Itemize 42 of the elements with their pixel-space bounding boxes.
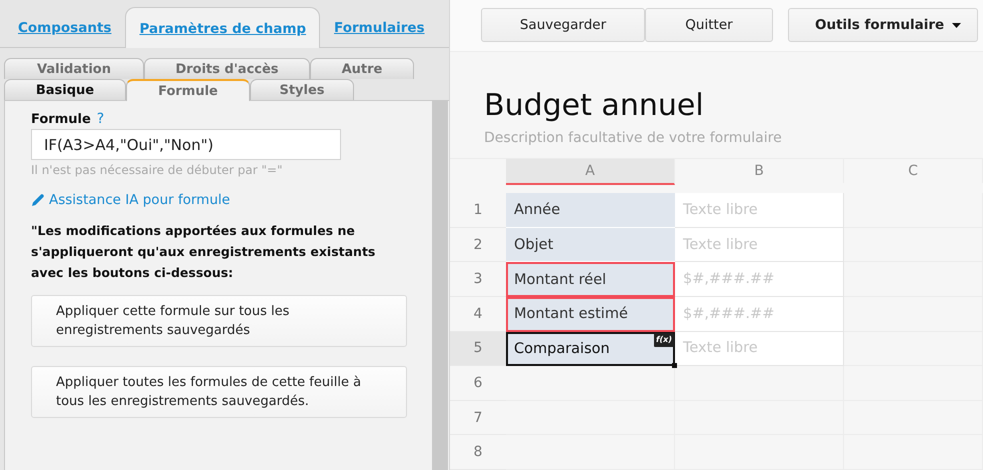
fill-handle[interactable] — [672, 363, 677, 368]
form-description[interactable]: Description facultative de votre formulaire — [484, 130, 983, 146]
warning-text: "Les modifications apportées aux formules ne s'appliqueront qu'aux enregistrements existants avec les boutons ci-dessous: — [31, 222, 376, 282]
sub-tab[interactable]: Formule — [126, 79, 250, 101]
formula-badge: f(x) — [654, 332, 674, 347]
column-header[interactable]: A — [506, 158, 675, 185]
main-tab[interactable]: Composants — [4, 7, 126, 48]
scrollbar[interactable] — [432, 101, 448, 470]
apply-button[interactable]: Appliquer cette formule sur tous les enregistrements sauvegardés — [31, 295, 407, 347]
field-cell[interactable]: Année — [506, 193, 675, 228]
field-cell[interactable]: Objet — [506, 228, 675, 262]
row-number[interactable]: 8 — [450, 435, 506, 470]
row-number[interactable]: 6 — [450, 366, 506, 401]
field-label: Formule — [31, 112, 91, 127]
empty-cell[interactable] — [844, 366, 983, 401]
row-number[interactable]: 7 — [450, 400, 506, 436]
formula-input[interactable]: IF(A3>A4,"Oui","Non") — [31, 129, 341, 160]
pencil-icon — [31, 193, 45, 207]
main-tab[interactable]: Formulaires — [320, 7, 439, 48]
field-cell[interactable]: Montant estimé — [506, 297, 675, 332]
field-cell[interactable]: Comparaison f(x) — [506, 332, 675, 366]
empty-cell[interactable] — [675, 366, 844, 401]
main-tab[interactable]: Paramètres de champ — [125, 7, 320, 48]
toolbar-button[interactable]: Sauvegarder — [481, 8, 645, 42]
help-link[interactable]: ? — [96, 111, 104, 127]
column-header[interactable]: C — [844, 158, 983, 183]
column-header[interactable]: B — [675, 158, 844, 183]
caret-icon — [952, 22, 962, 28]
toolbar-button[interactable]: Quitter — [645, 8, 773, 42]
sub-tab[interactable]: Autre — [310, 58, 414, 79]
empty-cell[interactable] — [506, 366, 675, 401]
tools-menu-button[interactable]: Outils formulaire — [788, 8, 978, 42]
sub-tab[interactable]: Basique — [4, 79, 126, 100]
form-title: Budget annuel — [484, 86, 705, 125]
ai-assist-link[interactable]: Assistance IA pour formule — [31, 192, 230, 208]
sub-tab[interactable]: Droits d'accès — [144, 58, 310, 79]
field-cell[interactable]: Montant réel — [506, 262, 675, 298]
apply-button[interactable]: Appliquer toutes les formules de cette feuille à tous les enregistrements sauvegardés. — [31, 366, 407, 418]
sub-tab[interactable]: Styles — [250, 79, 354, 100]
hint-text: Il n'est pas nécessaire de débuter par "=" — [31, 163, 282, 177]
row-number[interactable]: 5 — [450, 332, 506, 366]
sub-tab[interactable]: Validation — [4, 58, 144, 79]
